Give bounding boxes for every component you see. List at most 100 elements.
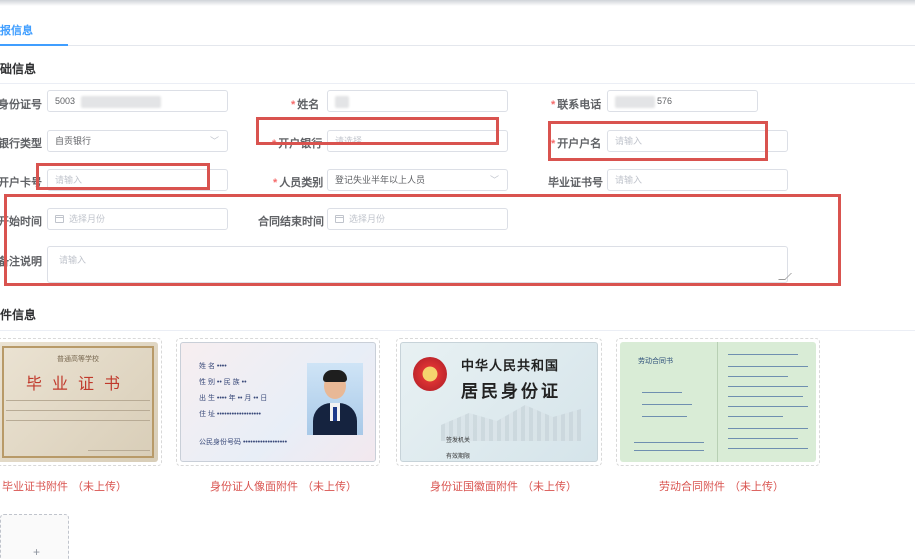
contract-page-right <box>718 342 816 462</box>
account-name-placeholder: 请输入 <box>615 136 643 146</box>
resize-handle[interactable] <box>778 273 792 280</box>
caption-status: （未上传） <box>522 481 577 493</box>
calendar-icon <box>335 215 344 223</box>
section-title-attachments: 件信息 <box>0 308 37 322</box>
label-remark: 备注说明 <box>0 253 42 269</box>
caption-id-front: 身份证人像面附件 （未上传） <box>210 478 357 494</box>
text-line <box>642 392 682 393</box>
text-line <box>6 410 150 411</box>
name-input[interactable] <box>327 90 508 112</box>
label-text: 身份证号 <box>0 99 42 111</box>
caption-name: 毕业证书附件 <box>2 481 68 493</box>
id-number-row: 公民身份号码 •••••••••••••••••• <box>199 439 288 446</box>
id-back-country: 中华人民共和国 <box>461 359 560 374</box>
redacted-blur <box>615 95 655 108</box>
bank-placeholder: 请选择 <box>335 136 363 146</box>
phone-input[interactable]: 576 <box>607 90 758 112</box>
required-mark: * <box>551 99 556 111</box>
label-text: 开户卡号 <box>0 177 42 189</box>
text-line <box>728 438 798 439</box>
certificate-number-input[interactable]: 请输入 <box>607 169 788 191</box>
id-back-validity: 有效期限 <box>446 454 471 460</box>
contract-page-left: 劳动合同书 <box>620 342 718 462</box>
contract-title: 劳动合同书 <box>638 358 673 365</box>
bank-type-value: 自贡银行 <box>55 136 92 146</box>
tab-bar: 报信息 <box>0 6 915 46</box>
upload-card-id-back[interactable]: 中华人民共和国 居民身份证 签发机关 有效期限 <box>396 338 602 466</box>
national-emblem-icon <box>413 357 447 391</box>
label-bank: * 开户银行 <box>272 135 322 151</box>
upload-card-contract[interactable]: 劳动合同书 <box>616 338 820 466</box>
portrait-hair <box>323 370 347 382</box>
tab-report-info[interactable]: 报信息 <box>0 22 33 38</box>
required-mark: * <box>291 99 296 111</box>
certificate-title: 毕业证书 <box>25 374 130 393</box>
label-certificate-number: 毕业证书号 <box>548 174 603 190</box>
caption-status: （未上传） <box>72 481 127 493</box>
label-text: 联系电话 <box>557 99 602 111</box>
id-number-input[interactable]: 5003 <box>47 90 228 112</box>
bank-type-select[interactable]: 自贡银行 ﹀ <box>47 130 228 152</box>
account-name-input[interactable]: 请输入 <box>607 130 788 152</box>
certificate-number-placeholder: 请输入 <box>615 175 643 185</box>
id-row-name: 姓 名 •••• <box>199 363 227 370</box>
remark-placeholder: 请输入 <box>59 255 87 265</box>
label-text: 开户银行 <box>278 138 323 150</box>
upload-button[interactable]: + <box>0 514 69 559</box>
label-name: * 姓名 <box>291 96 319 112</box>
text-line <box>728 396 803 397</box>
label-text: 开始时间 <box>0 216 42 228</box>
bank-select[interactable]: 请选择 <box>327 130 508 152</box>
account-number-input[interactable]: 请输入 <box>47 169 228 191</box>
contract-sample-image: 劳动合同书 <box>620 342 816 462</box>
caption-name: 身份证人像面附件 <box>210 481 298 493</box>
id-row-birth: 出 生 •••• 年 •• 月 •• 日 <box>199 395 268 402</box>
chevron-down-icon: ﹀ <box>209 136 219 146</box>
person-type-select[interactable]: 登记失业半年以上人员 ﹀ <box>327 169 508 191</box>
id-front-sample-image: 姓 名 •••• 性 别 •• 民 族 •• 出 生 •••• 年 •• 月 •… <box>180 342 376 462</box>
text-line <box>6 420 150 421</box>
label-contract-start: 开始时间 <box>0 213 42 229</box>
label-account-name: * 开户户名 <box>551 135 601 151</box>
caption-id-back: 身份证国徽面附件 （未上传） <box>430 478 577 494</box>
required-mark: * <box>273 177 278 189</box>
text-line <box>728 406 808 407</box>
caption-contract: 劳动合同附件 （未上传） <box>659 478 784 494</box>
id-back-title: 居民身份证 <box>461 382 561 402</box>
label-text: 开户户名 <box>557 138 602 150</box>
caption-name: 身份证国徽面附件 <box>430 481 518 493</box>
required-mark: * <box>272 138 277 150</box>
text-line <box>728 376 788 377</box>
contract-start-picker[interactable]: 选择月份 <box>47 208 228 230</box>
caption-certificate: 毕业证书附件 （未上传） <box>2 478 127 494</box>
person-type-value: 登记失业半年以上人员 <box>335 175 426 185</box>
text-line <box>728 448 808 449</box>
text-line <box>728 428 808 429</box>
required-mark: * <box>551 138 556 150</box>
caption-name: 劳动合同附件 <box>659 481 725 493</box>
certificate-sample-image: 普通高等学校 毕业证书 <box>0 342 158 462</box>
phone-value: 576 <box>657 96 673 106</box>
id-row-address: 住 址 •••••••••••••••••• <box>199 411 262 418</box>
portrait-tie <box>333 407 337 421</box>
tab-active-indicator <box>0 44 68 46</box>
text-line <box>634 442 704 443</box>
text-line <box>728 416 783 417</box>
text-line <box>728 354 798 355</box>
text-line <box>728 386 808 387</box>
upload-card-id-front[interactable]: 姓 名 •••• 性 别 •• 民 族 •• 出 生 •••• 年 •• 月 •… <box>176 338 380 466</box>
remark-textarea[interactable]: 请输入 <box>47 246 792 283</box>
label-text: 人员类别 <box>279 177 324 189</box>
label-bank-type: 银行类型 <box>0 135 42 151</box>
upload-card-certificate[interactable]: 普通高等学校 毕业证书 <box>0 338 162 466</box>
chevron-down-icon: ﹀ <box>489 175 499 185</box>
account-number-placeholder: 请输入 <box>55 175 83 185</box>
text-line <box>6 400 150 401</box>
caption-status: （未上传） <box>729 481 784 493</box>
calendar-icon <box>55 215 64 223</box>
label-text: 银行类型 <box>0 138 42 150</box>
id-back-sample-image: 中华人民共和国 居民身份证 签发机关 有效期限 <box>400 342 598 462</box>
contract-end-picker[interactable]: 选择月份 <box>327 208 508 230</box>
id-row-gender: 性 别 •• 民 族 •• <box>199 379 247 386</box>
id-back-issuer: 签发机关 <box>446 438 471 444</box>
